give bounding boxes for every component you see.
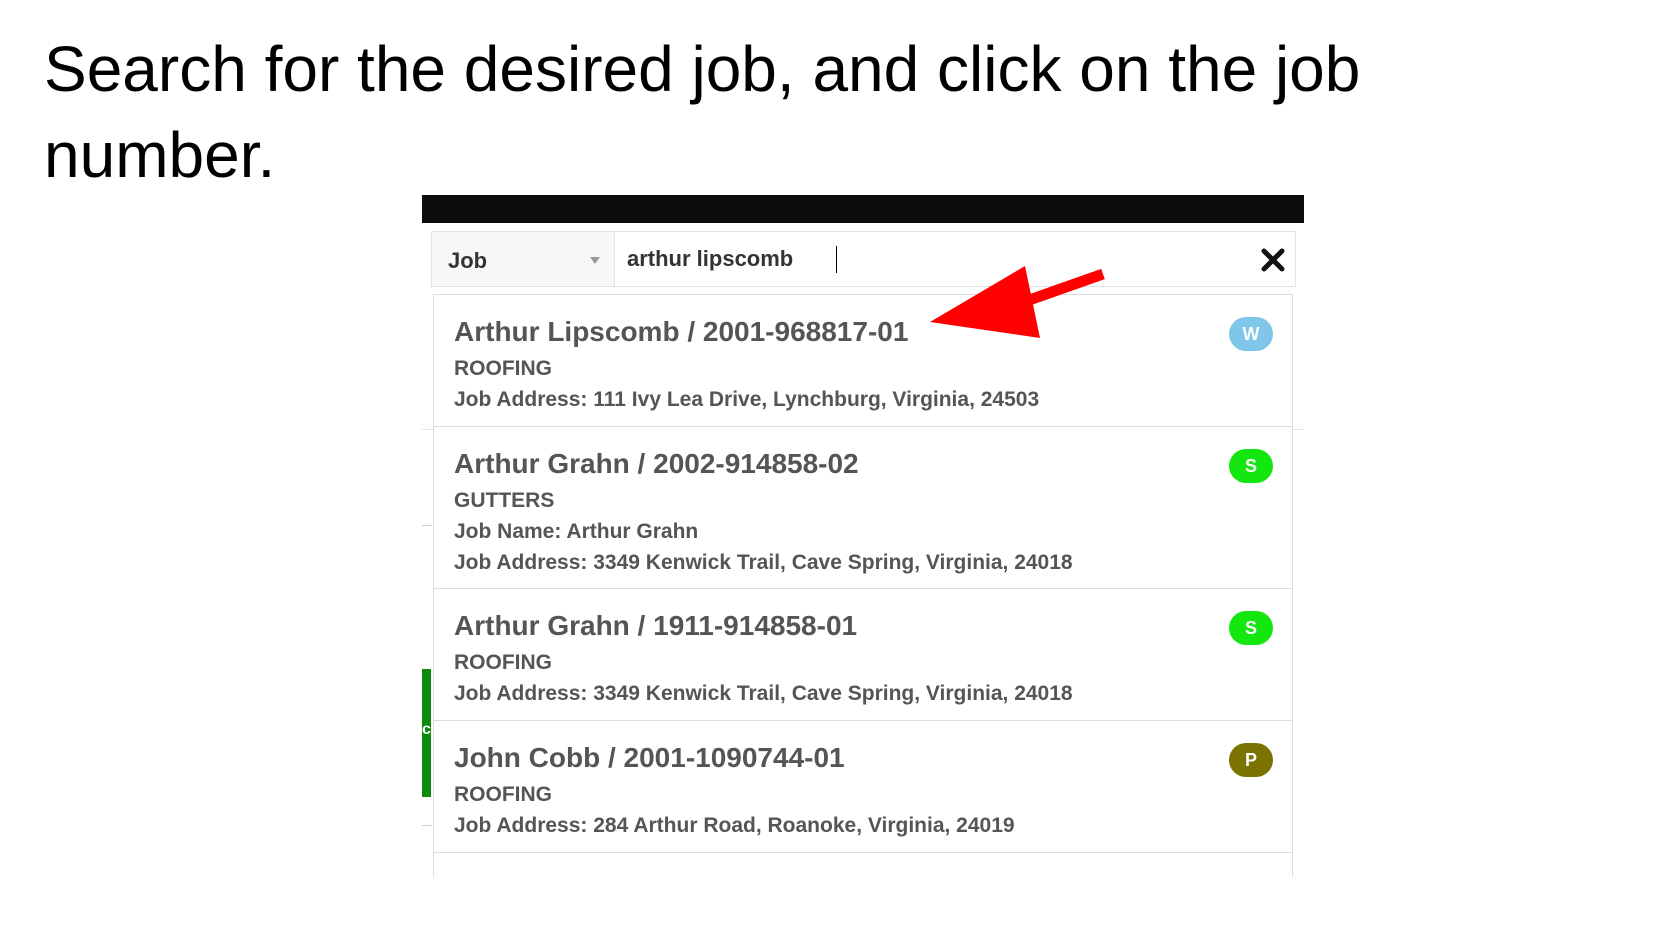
result-item[interactable]: Arthur Grahn / 1911-914858-01 ROOFING Jo… — [434, 589, 1292, 721]
app-header-bar — [422, 195, 1304, 223]
search-bar: Job — [431, 231, 1296, 287]
search-input[interactable] — [627, 240, 1227, 278]
result-item[interactable]: Arthur Grahn / 2002-914858-02 GUTTERS Jo… — [434, 427, 1292, 589]
job-number-link[interactable]: Arthur Grahn / 1911-914858-01 — [454, 611, 857, 641]
caret-down-icon — [590, 257, 600, 264]
instruction-text: Search for the desired job, and click on… — [44, 33, 1361, 191]
background-divider — [422, 525, 432, 526]
result-job-name: Job Name: Arthur Grahn — [454, 520, 699, 543]
close-icon[interactable] — [1258, 242, 1288, 276]
result-trade: ROOFING — [454, 357, 552, 380]
result-trade: ROOFING — [454, 783, 552, 806]
search-results-list: Arthur Lipscomb / 2001-968817-01 ROOFING… — [433, 294, 1293, 877]
result-trade: ROOFING — [454, 651, 552, 674]
result-job-address: Job Address: 111 Ivy Lea Drive, Lynchbur… — [454, 388, 1040, 411]
status-badge: W — [1229, 317, 1273, 351]
status-badge: S — [1229, 449, 1273, 483]
status-badge: P — [1229, 743, 1273, 777]
job-number-link[interactable]: Arthur Grahn / 2002-914858-02 — [454, 449, 859, 479]
background-divider — [422, 825, 432, 826]
status-badge: S — [1229, 611, 1273, 645]
result-item[interactable]: Arthur Lipscomb / 2001-968817-01 ROOFING… — [434, 295, 1292, 427]
result-trade: GUTTERS — [454, 489, 555, 512]
app-screenshot: c Job Arthur Lipscomb / 2001-968817-01 R… — [422, 195, 1304, 877]
result-job-address: Job Address: 3349 Kenwick Trail, Cave Sp… — [454, 551, 1073, 574]
background-panel-fragment: c — [422, 721, 431, 738]
job-number-link[interactable]: Arthur Lipscomb / 2001-968817-01 — [454, 317, 908, 347]
job-number-link[interactable]: John Cobb / 2001-1090744-01 — [454, 743, 845, 773]
result-item[interactable]: John Cobb / 2001-1090744-01 ROOFING Job … — [434, 721, 1292, 853]
result-job-address: Job Address: 3349 Kenwick Trail, Cave Sp… — [454, 682, 1073, 705]
result-job-address: Job Address: 284 Arthur Road, Roanoke, V… — [454, 814, 1015, 837]
search-type-label: Job — [448, 248, 488, 273]
search-type-select[interactable]: Job — [432, 232, 615, 286]
text-caret — [836, 246, 837, 273]
